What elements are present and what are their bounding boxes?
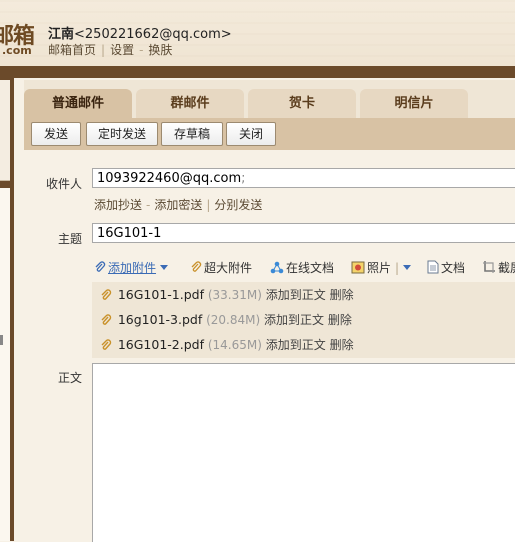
user-account: 江南<250221662@qq.com>	[48, 23, 232, 42]
attachment-name: 16G101-1.pdf	[117, 287, 204, 302]
attachment-size: (33.31M)	[207, 288, 262, 302]
tab-normal-mail[interactable]: 普通邮件	[24, 89, 132, 118]
attachment-size: (20.84M)	[206, 313, 261, 327]
subject-label: 主题	[57, 232, 82, 246]
timed-send-button[interactable]: 定时发送	[86, 122, 158, 146]
delete-attachment-link[interactable]: 删除	[328, 313, 352, 327]
top-links: 邮箱首页 | 设置 - 换肤	[48, 41, 172, 58]
user-name: 江南	[48, 27, 75, 42]
photo-icon	[351, 261, 365, 277]
separator: |	[101, 43, 106, 57]
separator: -	[139, 43, 144, 57]
change-skin-link[interactable]: 换肤	[148, 43, 172, 57]
recipient-options: 添加抄送 - 添加密送 | 分别发送	[94, 196, 262, 213]
tab-greeting-card[interactable]: 贺卡	[248, 89, 356, 118]
chevron-down-icon[interactable]	[160, 265, 169, 270]
add-to-body-link[interactable]: 添加到正文	[264, 313, 324, 327]
user-email: <250221662@qq.com>	[74, 27, 232, 42]
screenshot-label[interactable]: 截屏	[498, 261, 515, 275]
attachment-item: 16G101-1.pdf (33.31M) 添加到正文 删除	[100, 285, 354, 305]
paperclip-icon	[100, 338, 114, 358]
subject-field[interactable]: 16G101-1	[92, 223, 515, 243]
tab-group-mail[interactable]: 群邮件	[136, 89, 244, 118]
body-label: 正文	[57, 371, 82, 385]
close-button[interactable]: 关闭	[226, 122, 276, 146]
recipient-address[interactable]: 1093922460@qq.com	[97, 171, 241, 186]
message-body-editor[interactable]	[92, 363, 515, 542]
send-button[interactable]: 发送	[31, 122, 81, 146]
sidebar-folder-panel	[0, 188, 10, 541]
recipient-separator: ;	[241, 171, 246, 186]
save-draft-button[interactable]: 存草稿	[161, 122, 223, 146]
mail-logo-domain: .com	[2, 44, 32, 57]
compose-tabs: 普通邮件 群邮件 贺卡 明信片	[24, 80, 515, 118]
share-nodes-icon	[270, 261, 284, 277]
paperclip-icon	[190, 261, 202, 277]
compose-toolbar: 发送 定时发送 存草稿 关闭	[24, 118, 515, 150]
document-label[interactable]: 文档	[441, 261, 465, 275]
attachment-name: 16g101-3.pdf	[117, 312, 203, 327]
photo-label[interactable]: 照片	[367, 261, 391, 275]
recipient-field[interactable]: 1093922460@qq.com;	[92, 168, 515, 188]
screenshot-button[interactable]: 截屏	[482, 259, 515, 277]
photo-button[interactable]: 照片 |	[351, 259, 412, 277]
mailbox-home-link[interactable]: 邮箱首页	[48, 43, 96, 57]
add-cc-link[interactable]: 添加抄送	[94, 198, 142, 212]
attachment-size: (14.65M)	[207, 338, 262, 352]
attachment-item: 16g101-3.pdf (20.84M) 添加到正文 删除	[100, 310, 352, 330]
settings-link[interactable]: 设置	[110, 43, 134, 57]
frame-band	[0, 66, 515, 78]
add-attachment-button[interactable]: 添加附件	[94, 259, 169, 277]
tab-postcard[interactable]: 明信片	[360, 89, 468, 118]
paperclip-icon	[94, 261, 106, 277]
large-attachment-button[interactable]: 超大附件	[190, 259, 252, 277]
delete-attachment-link[interactable]: 删除	[330, 288, 354, 302]
chevron-down-icon[interactable]	[403, 265, 412, 270]
add-to-body-link[interactable]: 添加到正文	[266, 338, 326, 352]
separate-send-link[interactable]: 分别发送	[214, 198, 262, 212]
add-to-body-link[interactable]: 添加到正文	[266, 288, 326, 302]
recipient-label: 收件人	[45, 177, 82, 191]
compose-panel: 普通邮件 群邮件 贺卡 明信片 发送 定时发送 存草稿 关闭 收件人 10939…	[24, 80, 515, 542]
paperclip-icon	[100, 288, 114, 308]
delete-attachment-link[interactable]: 删除	[330, 338, 354, 352]
attachment-item: 16G101-2.pdf (14.65M) 添加到正文 删除	[100, 335, 354, 355]
large-attachment-label[interactable]: 超大附件	[204, 261, 252, 275]
online-doc-label[interactable]: 在线文档	[286, 261, 334, 275]
subject-value[interactable]: 16G101-1	[97, 226, 161, 241]
sidebar-marker	[0, 335, 3, 345]
mail-header: 邮箱 .com 江南<250221662@qq.com> 邮箱首页 | 设置 - 换肤	[0, 0, 515, 66]
scissors-icon	[482, 260, 496, 277]
sidebar-top-panel	[0, 80, 10, 181]
paperclip-icon	[100, 313, 114, 333]
document-icon	[427, 260, 439, 277]
add-attachment-label[interactable]: 添加附件	[108, 261, 156, 275]
attachment-list: 16G101-1.pdf (33.31M) 添加到正文 删除 16g101-3.…	[92, 282, 515, 358]
separator: |	[206, 198, 211, 212]
separator: -	[146, 198, 151, 212]
separator: |	[395, 261, 400, 275]
document-button[interactable]: 文档	[427, 259, 465, 277]
attachment-name: 16G101-2.pdf	[117, 337, 204, 352]
online-doc-button[interactable]: 在线文档	[270, 259, 334, 277]
add-bcc-link[interactable]: 添加密送	[154, 198, 202, 212]
